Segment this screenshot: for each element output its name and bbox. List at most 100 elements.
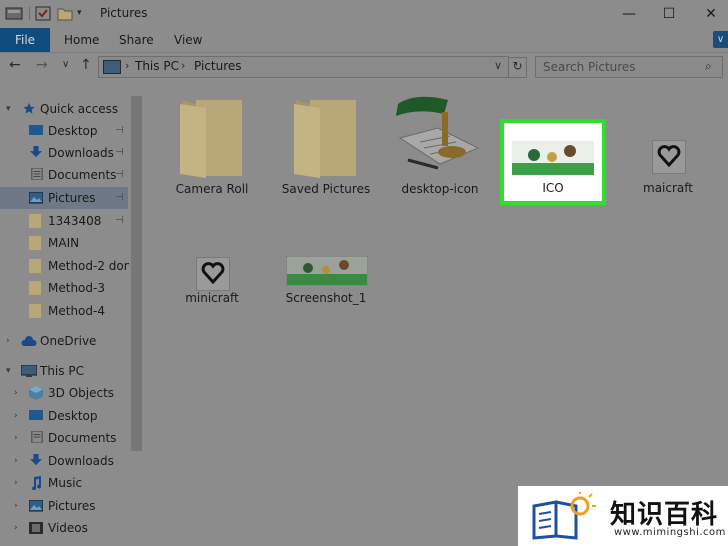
star-icon [23,102,35,114]
document-icon [31,431,43,443]
maximize-button[interactable]: ☐ [654,4,684,24]
properties-icon[interactable] [35,6,51,21]
breadcrumb-pictures[interactable]: Pictures [194,59,242,73]
folder-icon [29,236,41,250]
tab-share[interactable]: Share [119,28,154,52]
recent-locations-chevron-icon[interactable]: ∨ [62,59,69,70]
watermark-logo: 知识百科 www.mimingshi.com [518,486,728,546]
tab-view[interactable]: View [174,28,202,52]
close-button[interactable]: ✕ [696,4,726,24]
sidebar-item-label: Documents [48,431,117,445]
game-screenshot-icon [286,256,368,286]
breadcrumb-separator-icon[interactable]: › [125,59,129,72]
sidebar-item-documents[interactable]: Documents ⊣ [0,164,128,186]
chevron-right-icon[interactable]: › [14,472,18,494]
sidebar-item-pc-documents[interactable]: › Documents [0,427,128,449]
up-arrow-icon[interactable]: ↑ [80,57,92,73]
sidebar-item-1343408[interactable]: 1343408 ⊣ [0,210,128,232]
quick-access-toolbar-dropdown[interactable]: ▾ [77,8,82,23]
sidebar-item-label: 1343408 [48,214,102,228]
this-pc-icon [103,60,121,74]
chevron-right-icon[interactable]: › [14,405,18,427]
pin-icon[interactable]: ⊣ [115,187,124,209]
cloud-icon [21,336,37,346]
title-separator [29,7,30,20]
address-bar[interactable]: › This PC › Pictures ∨ [98,56,509,78]
navigation-bar: ← → ∨ ↑ › This PC › Pictures ∨ ↻ ⌕ [0,53,728,80]
desktop-icon [29,410,43,420]
file-name: desktop-icon [401,182,479,196]
tab-home[interactable]: Home [64,28,99,52]
expand-ribbon-chevron-icon[interactable]: ∨ [713,31,728,48]
chevron-right-icon[interactable]: › [14,495,18,517]
navigation-pane: ▾ Quick access Desktop ⊣ Downloads ⊣ Doc… [0,96,144,546]
cube-icon [29,386,43,400]
tab-file[interactable]: File [0,28,50,52]
sidebar-item-videos[interactable]: › Videos [0,517,128,539]
folder-icon [29,259,41,273]
sidebar-item-onedrive[interactable]: › OneDrive [0,330,128,352]
refresh-icon[interactable]: ↻ [508,57,527,78]
sidebar-item-main[interactable]: MAIN [0,232,128,254]
sidebar-item-this-pc[interactable]: ▾ This PC [0,360,128,382]
search-input[interactable] [541,59,705,75]
sidebar-item-label: OneDrive [40,334,97,348]
breadcrumb-separator-icon[interactable]: › [181,59,185,72]
minimize-button[interactable]: — [614,4,644,24]
sidebar-item-quick-access[interactable]: ▾ Quick access [0,98,128,120]
watermark-url: www.mimingshi.com [614,527,726,538]
sidebar-item-3d-objects[interactable]: › 3D Objects [0,382,128,404]
sidebar-item-downloads[interactable]: Downloads ⊣ [0,142,128,164]
sidebar-item-label: Method-3 [48,281,105,295]
chevron-down-icon[interactable]: ▾ [6,360,11,382]
back-arrow-icon[interactable]: ← [9,57,21,73]
sidebar-item-method-3[interactable]: Method-3 [0,277,128,299]
pin-icon[interactable]: ⊣ [115,120,124,142]
sidebar-item-pc-desktop[interactable]: › Desktop [0,405,128,427]
download-arrow-icon [30,454,42,466]
file-item-ico[interactable]: ICO [500,119,606,205]
file-list: Camera Roll Saved Pictures desktop-icon [145,80,728,546]
sidebar-scrollbar-thumb[interactable] [131,96,142,451]
chevron-right-icon[interactable]: › [14,450,18,472]
address-dropdown-chevron-icon[interactable]: ∨ [494,59,502,72]
sidebar-item-label: Downloads [48,454,114,468]
new-folder-icon[interactable] [57,6,73,21]
sidebar-item-label: Downloads [48,146,114,160]
sidebar-item-label: MAIN [48,236,80,250]
sidebar-item-method-4[interactable]: Method-4 [0,300,128,322]
selection-highlight: ICO [504,123,602,201]
forward-arrow-icon[interactable]: → [36,57,48,73]
chevron-right-icon[interactable]: › [6,330,10,352]
download-arrow-icon [30,146,42,158]
pin-icon[interactable]: ⊣ [115,164,124,186]
music-note-icon [32,476,42,490]
sidebar-item-pc-downloads[interactable]: › Downloads [0,450,128,472]
chevron-down-icon[interactable]: ▾ [6,98,11,120]
file-name: Screenshot_1 [285,291,367,305]
sidebar-item-label: Desktop [48,124,98,138]
file-name: Camera Roll [175,182,249,196]
pin-icon[interactable]: ⊣ [115,210,124,232]
watermark-title: 知识百科 [610,500,719,530]
film-icon [29,522,43,534]
chevron-right-icon[interactable]: › [14,382,18,404]
sidebar-item-pictures[interactable]: Pictures ⊣ [0,187,128,209]
chevron-right-icon[interactable]: › [14,517,18,539]
file-name: minicraft [185,291,239,305]
sidebar-item-music[interactable]: › Music [0,472,128,494]
sidebar-item-method-2-done[interactable]: Method-2 done [0,255,139,277]
search-icon[interactable]: ⌕ [705,59,712,74]
breadcrumb-this-pc[interactable]: This PC [135,59,179,73]
pin-icon[interactable]: ⊣ [115,142,124,164]
search-box[interactable]: ⌕ [535,56,723,78]
sidebar-item-desktop[interactable]: Desktop ⊣ [0,120,128,142]
explorer-window-icon[interactable] [5,6,23,21]
sidebar-scrollbar[interactable] [129,96,144,546]
sidebar-item-label: Method-2 done [48,259,139,273]
chevron-right-icon[interactable]: › [14,427,18,449]
sidebar-item-pc-pictures[interactable]: › Pictures [0,495,128,517]
sidebar-item-label: Documents [48,168,117,182]
heart-thumbnail [196,257,230,291]
sidebar-item-label: Music [48,476,83,490]
